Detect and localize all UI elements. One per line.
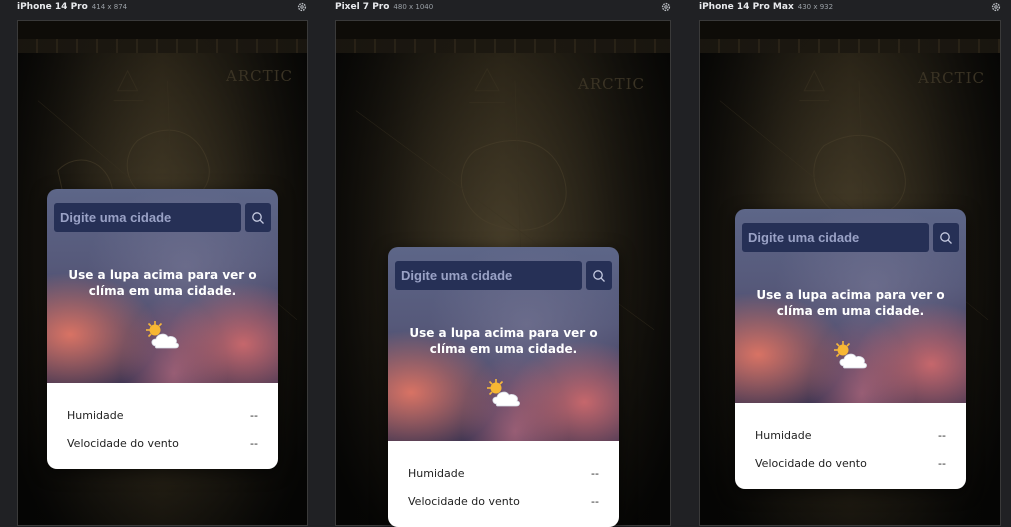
- partly-cloudy-icon: [486, 379, 520, 407]
- humidity-row: Humidade --: [755, 421, 946, 449]
- instruction-message: Use a lupa acima para ver o clíma em uma…: [68, 268, 257, 298]
- gear-icon[interactable]: [661, 2, 671, 12]
- wind-row: Velocidade do vento --: [408, 487, 599, 515]
- instruction-message: Use a lupa acima para ver o clíma em uma…: [756, 288, 945, 318]
- gear-icon[interactable]: [991, 2, 1001, 12]
- partly-cloudy-icon: [145, 321, 179, 349]
- search-input[interactable]: [742, 223, 929, 252]
- partly-cloudy-icon: [833, 341, 867, 369]
- device-dimensions: 414 x 874: [91, 3, 128, 11]
- search-bar: [54, 203, 271, 232]
- device-name: iPhone 14 Pro Max 430 x 932: [699, 2, 834, 12]
- search-button[interactable]: [933, 223, 959, 252]
- wind-label: Velocidade do vento: [408, 494, 520, 508]
- device-pane-iphone-14-pro-max: iPhone 14 Pro Max430 x 932 ARCTIC Use a …: [699, 0, 1001, 526]
- search-input[interactable]: [395, 261, 582, 290]
- wind-value: --: [591, 494, 599, 508]
- humidity-value: --: [938, 428, 946, 442]
- humidity-row: Humidade --: [408, 459, 599, 487]
- instruction-message: Use a lupa acima para ver o clíma em uma…: [409, 326, 598, 356]
- card-details: Humidade -- Velocidade do vento --: [388, 441, 619, 527]
- wind-value: --: [250, 436, 258, 450]
- humidity-value: --: [250, 408, 258, 422]
- weather-card: Use a lupa acima para ver o clíma em uma…: [735, 209, 966, 489]
- map-label: ARCTIC: [918, 69, 986, 87]
- wind-label: Velocidade do vento: [755, 456, 867, 470]
- weather-card: Use a lupa acima para ver o clíma em uma…: [47, 189, 278, 469]
- humidity-label: Humidade: [755, 428, 812, 442]
- wind-value: --: [938, 456, 946, 470]
- device-pane-pixel-7-pro: Pixel 7 Pro480 x 1040 ARCTIC Use a lupa …: [335, 0, 671, 527]
- search-bar: [395, 261, 612, 290]
- search-icon: [940, 231, 952, 244]
- map-label: ARCTIC: [578, 75, 646, 93]
- card-header: Use a lupa acima para ver o clíma em uma…: [388, 247, 619, 441]
- device-dimensions: 480 x 1040: [393, 3, 434, 11]
- device-pane-iphone-14-pro: iPhone 14 Pro414 x 874 ARCTIC Use a lupa…: [17, 0, 308, 526]
- search-bar: [742, 223, 959, 252]
- card-header: Use a lupa acima para ver o clíma em uma…: [47, 189, 278, 383]
- search-icon: [593, 269, 605, 282]
- card-details: Humidade -- Velocidade do vento --: [47, 383, 278, 469]
- card-header: Use a lupa acima para ver o clíma em uma…: [735, 209, 966, 403]
- device-name: Pixel 7 Pro 480 x 1040: [335, 2, 434, 12]
- wind-row: Velocidade do vento --: [67, 429, 258, 457]
- weather-card: Use a lupa acima para ver o clíma em uma…: [388, 247, 619, 527]
- search-input[interactable]: [54, 203, 241, 232]
- search-button[interactable]: [245, 203, 271, 232]
- card-details: Humidade -- Velocidade do vento --: [735, 403, 966, 489]
- wind-label: Velocidade do vento: [67, 436, 179, 450]
- device-name: iPhone 14 Pro 414 x 874: [17, 2, 128, 12]
- wind-row: Velocidade do vento --: [755, 449, 946, 477]
- humidity-value: --: [591, 466, 599, 480]
- humidity-row: Humidade --: [67, 401, 258, 429]
- humidity-label: Humidade: [67, 408, 124, 422]
- map-label: ARCTIC: [226, 67, 294, 85]
- humidity-label: Humidade: [408, 466, 465, 480]
- search-button[interactable]: [586, 261, 612, 290]
- search-icon: [252, 211, 264, 224]
- device-header: iPhone 14 Pro 414 x 874: [17, 0, 307, 14]
- device-dimensions: 430 x 932: [797, 3, 834, 11]
- device-header: iPhone 14 Pro Max 430 x 932: [699, 0, 1001, 14]
- device-header: Pixel 7 Pro 480 x 1040: [335, 0, 671, 14]
- gear-icon[interactable]: [297, 2, 307, 12]
